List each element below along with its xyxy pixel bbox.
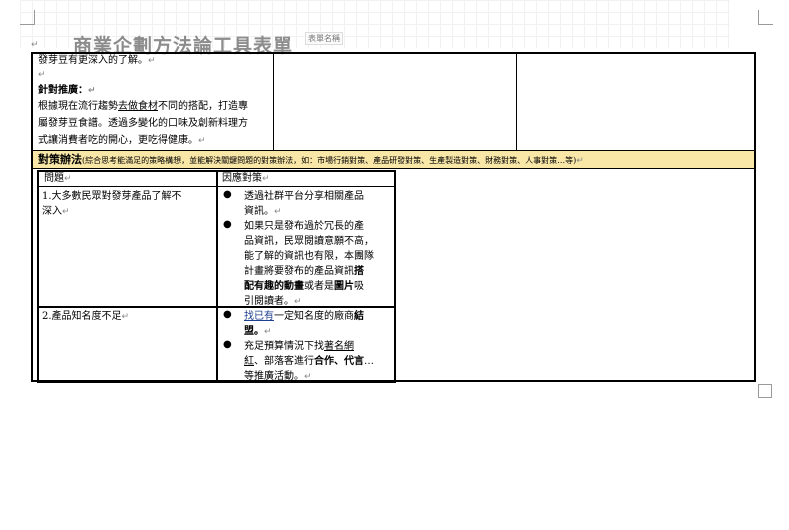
column-divider [516,54,517,150]
table-column-divider [216,170,218,383]
row1-bullet1[interactable]: 透過社群平台分享相關產品 資訊。↵ [244,189,364,220]
table-resize-handle[interactable] [758,384,772,398]
intro-line[interactable]: 發芽豆有更深入的了解。↵ [38,52,156,70]
bullet-icon: ● [223,219,232,230]
crop-mark-top-right [758,10,773,25]
paragraph-mark: ↵ [31,40,39,50]
recommend-line-3[interactable]: 式讓消費者吃的開心，更吃得健康。↵ [38,132,206,150]
bullet-icon: ● [223,189,232,200]
row2-problem[interactable]: 2.產品知名度不足↵ [42,309,129,325]
row1-problem[interactable]: 1.大多數民眾對發芽產品了解不 深入↵ [42,189,182,220]
row2-bullet2[interactable]: 充足預算情況下找著名網 紅、部落客進行合作、代言… 等推廣活動。↵ [244,339,374,385]
column-divider [273,54,274,150]
table-header-divider [37,186,396,187]
strategy-note: (綜合思考能滿足的策略構想，並能解決關鍵問題的對策辦法，如：市場行銷對策、產品研… [82,156,577,165]
paragraph-mark: ↵ [38,70,46,80]
crop-mark-top-left [20,10,35,25]
recommend-line-2[interactable]: 屬發芽豆食譜。透過多變化的口味及創新料理方 [38,115,248,132]
header-response[interactable]: 因應對策↵ [222,171,270,187]
recommend-line-1[interactable]: 根據現在流行趨勢去做食材不同的搭配，打造專 [38,98,248,115]
row1-bullet2[interactable]: 如果只是發布過於冗長的產 品資訊，民眾閱讀意願不高， 能了解的資訊也有限，本團隊… [244,219,374,310]
title-tag: 表單名稱 [305,32,343,45]
strategy-label: 對策辦法 [38,153,82,166]
bullet-icon: ● [223,339,232,350]
header-problem[interactable]: 問題↵ [44,171,72,187]
strategy-band[interactable]: 對策辦法(綜合思考能滿足的策略構想，並能解決關鍵問題的對策辦法，如：市場行銷對策… [33,150,754,169]
bullet-icon: ● [223,309,232,320]
row2-bullet1[interactable]: 找已有一定知名度的廠商結 盟。↵ [244,309,364,340]
